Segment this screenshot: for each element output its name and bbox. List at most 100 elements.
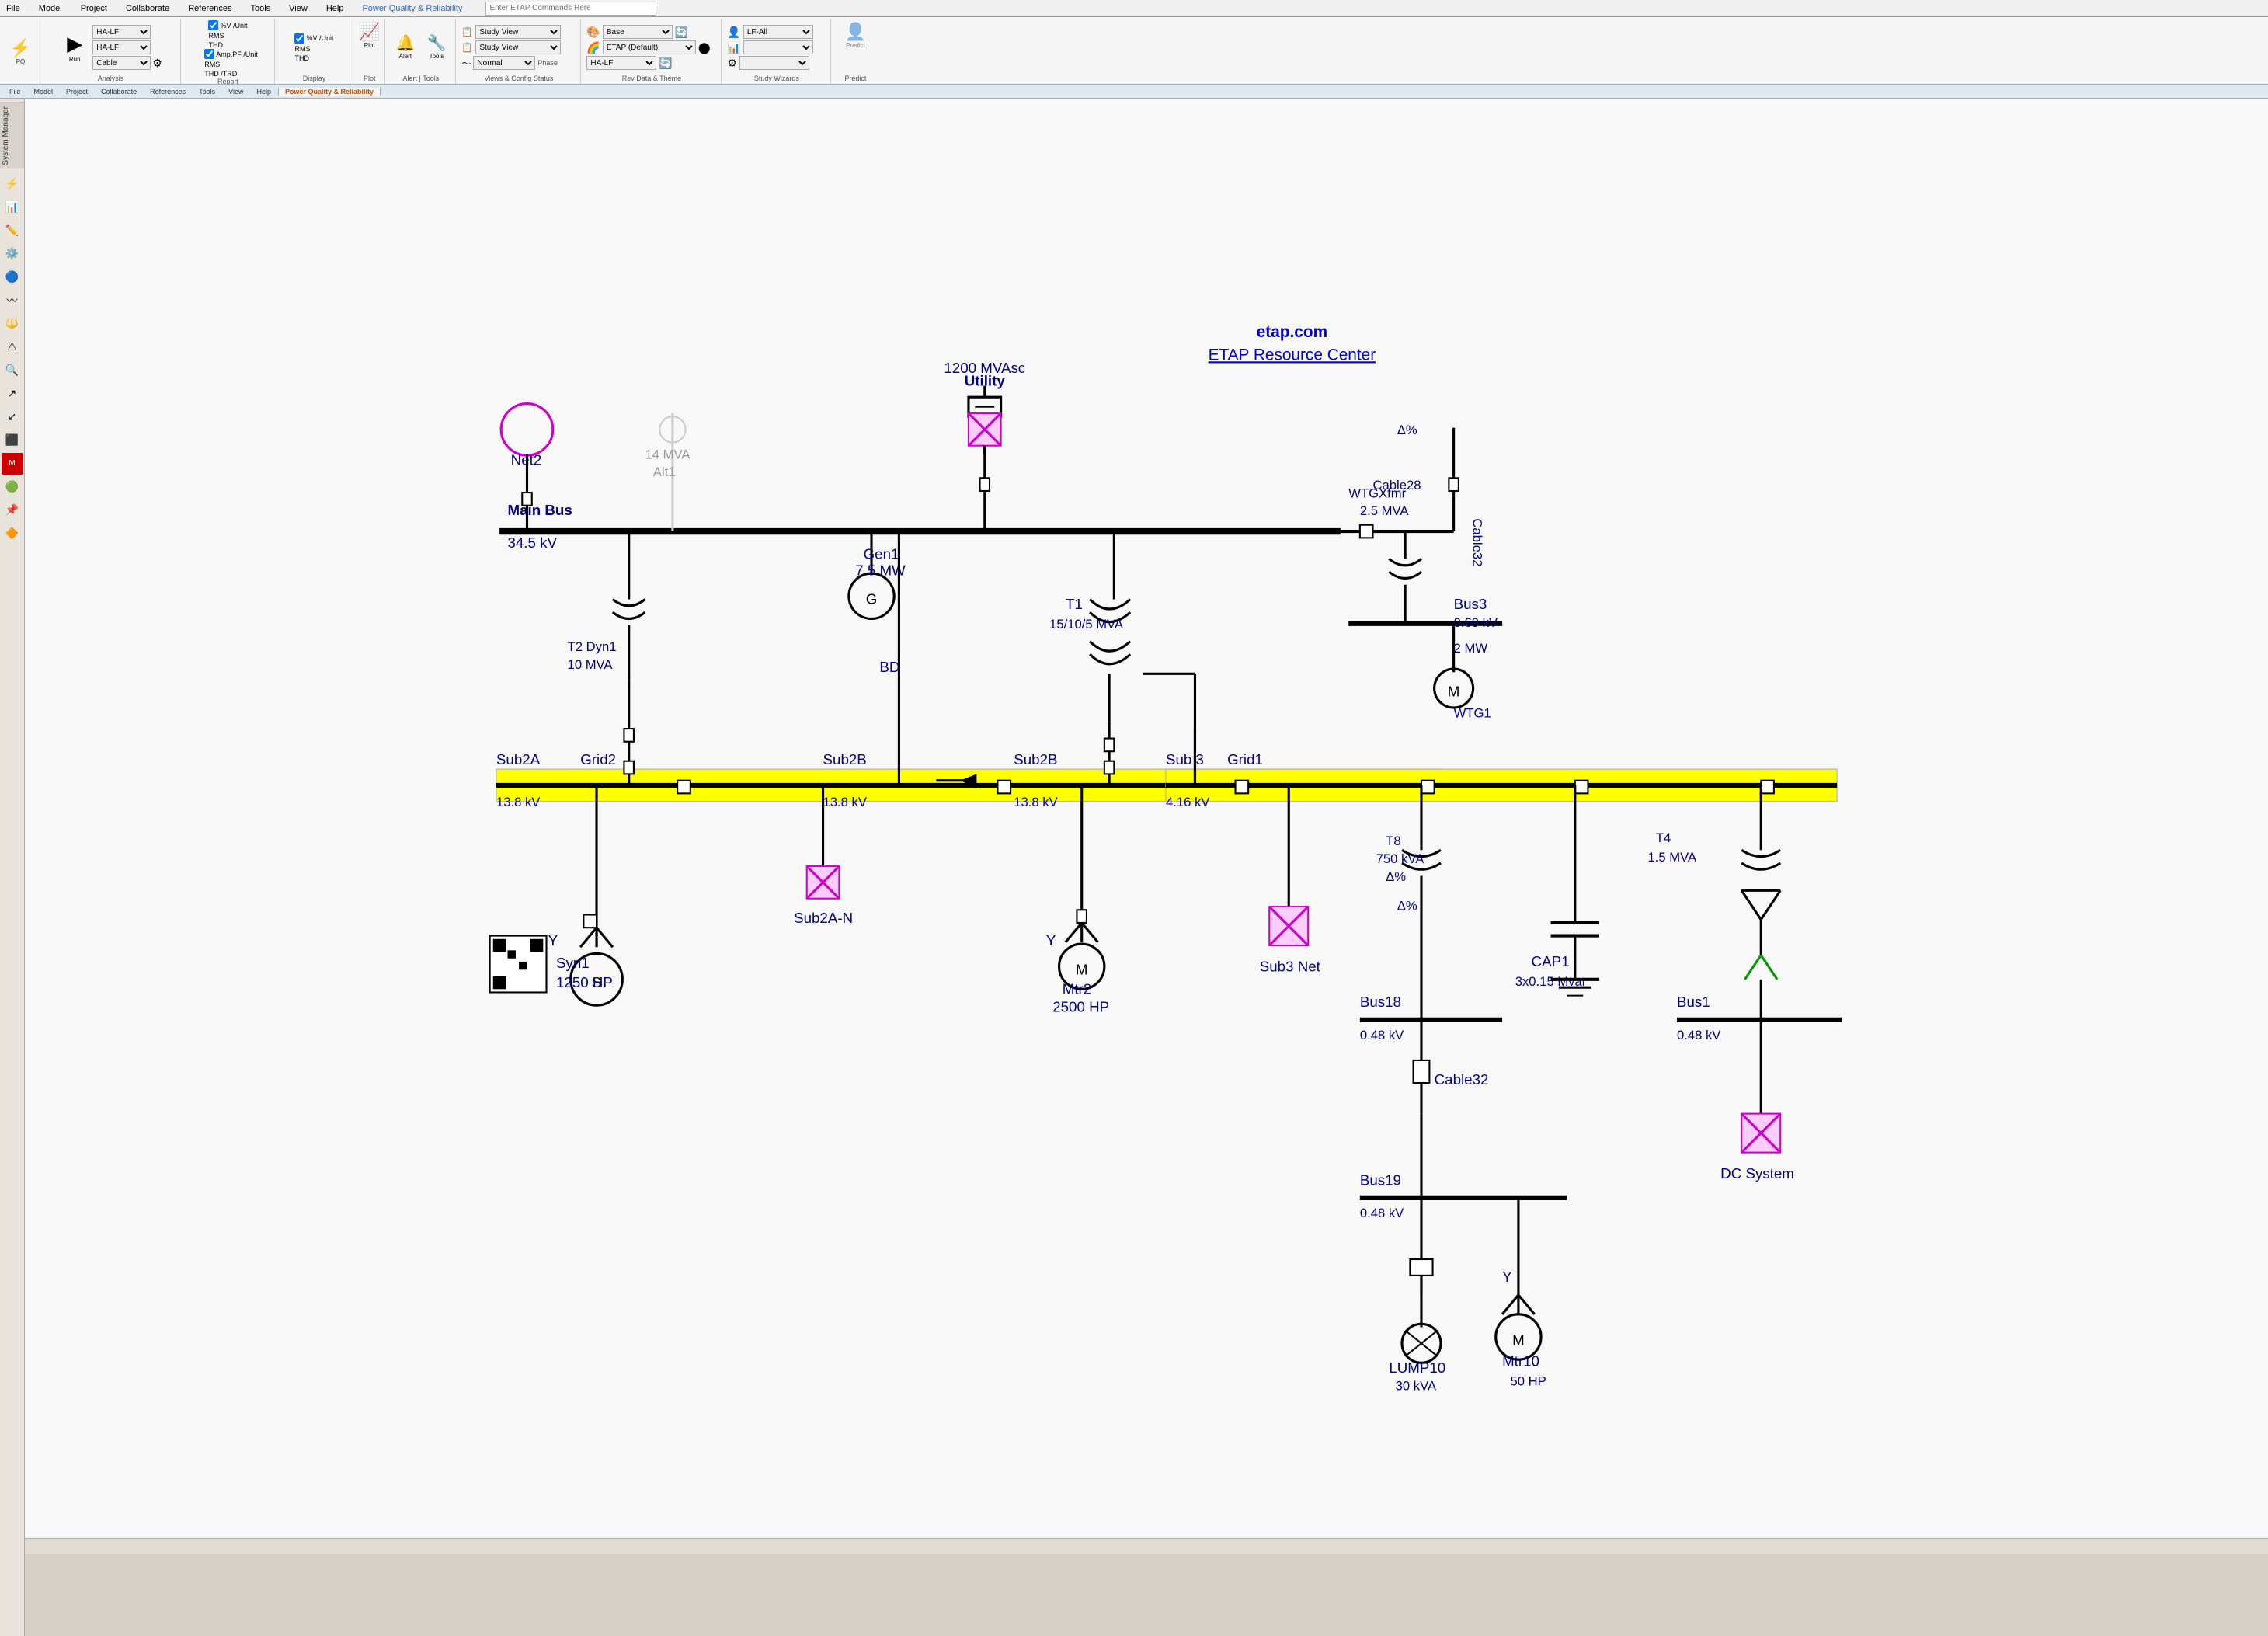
pq-mode-btn[interactable]: ⚡ PQ [9,37,33,67]
svg-text:Cable32: Cable32 [1435,1071,1489,1088]
svg-text:DC System: DC System [1720,1165,1794,1182]
svg-text:etap.com: etap.com [1257,323,1327,341]
ribbon-tab-collaborate[interactable]: Collaborate [95,88,143,96]
ribbon-tab-project[interactable]: Project [60,88,94,96]
sidebar-icon-12[interactable]: ⬛ [2,430,23,451]
sld-diagram: etap.com ETAP Resource Center Main Bus 3… [25,98,2268,1554]
sidebar-icon-2[interactable]: 📊 [2,197,23,218]
sidebar-icon-16[interactable]: 🔶 [2,523,23,545]
ribbon-tab-help[interactable]: Help [250,88,277,96]
menu-view[interactable]: View [286,4,311,13]
menu-project[interactable]: Project [78,4,110,13]
sidebar-icon-1[interactable]: ⚡ [2,173,23,195]
svg-text:15/10/5 MVA: 15/10/5 MVA [1049,617,1124,632]
sidebar-icon-3[interactable]: ✏️ [2,220,23,242]
menu-tools[interactable]: Tools [247,4,273,13]
svg-text:1200 MVAsc: 1200 MVAsc [944,360,1025,376]
tools-btn[interactable]: 🔧 Tools [422,32,451,61]
svg-text:13.8 kV: 13.8 kV [1014,795,1058,809]
svg-text:Sub3 Net: Sub3 Net [1260,958,1321,974]
ribbon-tab-references[interactable]: References [144,88,192,96]
svg-text:M: M [1448,683,1460,699]
svg-text:Gen1: Gen1 [864,545,899,562]
svg-text:WTG1: WTG1 [1454,705,1491,720]
menu-model[interactable]: Model [36,4,65,13]
lf-all-dropdown[interactable]: LF-All [743,25,813,39]
alert-btn[interactable]: 🔔 Alert [391,32,420,61]
svg-text:Sub2B: Sub2B [823,751,867,768]
display-label: Display [303,75,326,82]
base-dropdown[interactable]: Base [603,25,673,39]
run-btn[interactable]: ▶ Run [59,30,90,65]
cable-settings-icon[interactable]: ⚙ [152,57,162,70]
ha-lf-dropdown-1[interactable]: HA-LF [92,25,151,39]
plot-label: Plot [364,75,376,82]
ribbon-tab-file[interactable]: File [3,88,27,96]
menu-references[interactable]: References [185,4,235,13]
refresh-icon[interactable]: 🔄 [675,26,688,39]
wizard-icon-3: ⚙ [727,57,737,70]
study-view-dropdown-1[interactable]: Study View [475,25,561,39]
search-input[interactable] [485,2,656,16]
wizard-dropdown-3[interactable] [739,56,809,70]
menu-help[interactable]: Help [323,4,347,13]
svg-text:34.5 kV: 34.5 kV [508,534,558,551]
svg-text:Syn1: Syn1 [556,955,590,971]
wizard-dropdown-2[interactable] [743,40,813,54]
svg-text:13.8 kV: 13.8 kV [823,795,868,809]
svg-text:2500 HP: 2500 HP [1052,998,1109,1015]
predict-btn[interactable]: 👤 Predict [844,20,868,50]
sidebar-icon-4[interactable]: ⚙️ [2,243,23,265]
cable-dropdown[interactable]: Cable [92,56,151,70]
svg-text:M: M [1076,962,1088,978]
svg-text:T8: T8 [1386,834,1400,848]
svg-text:0.48 kV: 0.48 kV [1360,1206,1404,1220]
ha-lf-dropdown-3[interactable]: HA-LF [586,56,656,70]
menu-pq[interactable]: Power Quality & Reliability [359,4,465,13]
sidebar-icon-15[interactable]: 📌 [2,500,23,521]
ribbon-tab-pq[interactable]: Power Quality & Reliability [278,88,381,96]
normal-dropdown[interactable]: Normal [473,56,535,70]
svg-text:Y: Y [1046,932,1056,949]
svg-text:Sub2A: Sub2A [496,751,541,768]
menu-file[interactable]: File [3,4,23,13]
ribbon-tab-tools[interactable]: Tools [193,88,221,96]
sidebar-icon-6[interactable]: 〰 [2,290,23,312]
wizard-icon: 👤 [727,26,740,39]
svg-text:BD: BD [879,659,899,675]
sidebar-icon-14[interactable]: 🟢 [2,476,23,498]
sidebar-icon-5[interactable]: 🔵 [2,266,23,288]
svg-text:Sub2B: Sub2B [1014,751,1057,768]
ribbon-tab-model[interactable]: Model [28,88,60,96]
amp-pf-unit-checkbox[interactable] [204,49,214,59]
svg-text:ETAP Resource Center: ETAP Resource Center [1209,346,1376,364]
svg-text:WTGXfmr: WTGXfmr [1348,486,1406,500]
dot-icon[interactable]: ⬤ [698,41,711,54]
svg-text:0.48 kV: 0.48 kV [1677,1028,1721,1043]
canvas-area[interactable]: etap.com ETAP Resource Center Main Bus 3… [25,98,2268,1554]
sidebar-icon-8[interactable]: ⚠ [2,336,23,358]
views-icon-2: 📋 [461,42,473,53]
refresh-icon-2[interactable]: 🔄 [659,57,672,70]
views-label: Views & Config Status [484,75,553,82]
display-pv-checkbox[interactable] [294,33,304,44]
sidebar-icon-7[interactable]: 🔱 [2,313,23,335]
svg-text:Grid1: Grid1 [1227,751,1263,768]
search-bar [485,2,656,16]
sidebar-icon-10[interactable]: ↗ [2,383,23,405]
menu-collaborate[interactable]: Collaborate [123,4,172,13]
sidebar-icon-11[interactable]: ↙ [2,406,23,428]
etap-default-dropdown[interactable]: ETAP (Default) [603,40,696,54]
sidebar-icon-13[interactable]: M [2,453,23,475]
svg-text:Y: Y [548,932,558,949]
svg-text:750 kVA: 750 kVA [1376,851,1425,866]
study-view-dropdown-2[interactable]: Study View [475,40,561,54]
sidebar-icon-9[interactable]: 🔍 [2,360,23,381]
plot-btn[interactable]: 📈 Plot [357,20,381,50]
ribbon-tab-view[interactable]: View [222,88,249,96]
svg-text:Y: Y [1502,1269,1512,1285]
rev-data-label: Rev Data & Theme [622,75,681,82]
ha-lf-dropdown-2[interactable]: HA-LF [92,40,151,54]
pv-unit-checkbox[interactable] [208,20,218,30]
svg-text:T1: T1 [1066,596,1083,612]
